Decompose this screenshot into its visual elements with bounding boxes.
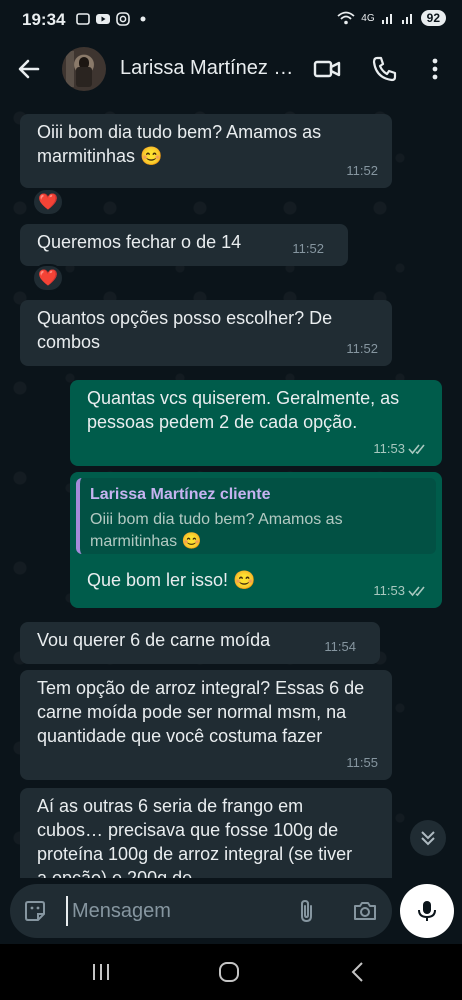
- message-reaction[interactable]: ❤️: [32, 188, 64, 216]
- reaction-heart-icon: ❤️: [38, 270, 58, 287]
- compose-bar: [0, 878, 462, 944]
- network-type: 4G: [361, 12, 375, 24]
- status-system-icons: 4G 92: [337, 10, 446, 26]
- double-chevron-down-icon: [421, 831, 435, 846]
- message-input[interactable]: [66, 896, 286, 926]
- status-bar: 19:34 4G 92: [0, 0, 462, 40]
- back-icon[interactable]: [346, 960, 372, 984]
- screenshot-icon: [76, 13, 90, 25]
- instagram-icon: [116, 12, 130, 26]
- status-time: 19:34: [22, 10, 66, 29]
- message-incoming[interactable]: Tem opção de arroz integral? Essas 6 de …: [20, 670, 392, 780]
- status-notification-icons: [76, 12, 150, 26]
- message-time: 11:52: [292, 241, 324, 256]
- quoted-message[interactable]: Larissa Martínez cliente Oiii bom dia tu…: [76, 478, 436, 554]
- message-time: 11:53: [373, 583, 405, 598]
- chat-header: Larissa Martínez cliente: [0, 40, 462, 98]
- message-time: 11:52: [346, 163, 378, 178]
- message-text: Quantas vcs quiserem. Geralmente, as pes…: [87, 388, 405, 432]
- signal-icon: [381, 14, 392, 24]
- back-arrow-icon[interactable]: [14, 54, 44, 84]
- video-call-icon[interactable]: [312, 54, 342, 84]
- wifi-icon: [337, 11, 355, 25]
- youtube-icon: [96, 14, 110, 24]
- message-time: 11:55: [346, 755, 378, 770]
- camera-icon[interactable]: [352, 898, 378, 924]
- double-check-icon: [408, 444, 425, 455]
- mic-icon: [418, 901, 436, 921]
- double-check-icon: [408, 586, 425, 597]
- message-incoming[interactable]: Vou querer 6 de carne moída 11:54: [20, 622, 380, 664]
- message-time: 11:53: [373, 441, 405, 456]
- message-time-status: 11:53: [373, 579, 428, 603]
- dot-icon: [140, 16, 146, 22]
- message-time: 11:52: [346, 341, 378, 356]
- message-text: Quantos opções posso escolher? De combos: [37, 308, 338, 352]
- system-nav-bar: [0, 944, 462, 1000]
- contact-avatar[interactable]: [62, 47, 106, 91]
- message-incoming[interactable]: Aí as outras 6 seria de frango em cubos……: [20, 788, 392, 878]
- quote-author: Larissa Martínez cliente: [90, 486, 271, 503]
- message-text: Tem opção de arroz integral? Essas 6 de …: [37, 678, 370, 746]
- quote-text: Oiii bom dia tudo bem? Amamos as marmiti…: [90, 511, 348, 550]
- message-incoming[interactable]: Quantos opções posso escolher? De combos…: [20, 300, 392, 366]
- message-reaction[interactable]: ❤️: [32, 264, 64, 292]
- reaction-heart-icon: ❤️: [38, 194, 58, 211]
- message-incoming[interactable]: Oiii bom dia tudo bem? Amamos as marmiti…: [20, 114, 392, 188]
- message-text: Que bom ler isso! 😊: [87, 570, 256, 590]
- message-outgoing-reply[interactable]: Larissa Martínez cliente Oiii bom dia tu…: [70, 472, 442, 608]
- message-text: Oiii bom dia tudo bem? Amamos as marmiti…: [37, 122, 327, 166]
- mic-button[interactable]: [400, 884, 454, 938]
- scroll-to-bottom-button[interactable]: [410, 820, 446, 856]
- sticker-icon[interactable]: [22, 898, 48, 924]
- message-time: 11:54: [324, 639, 356, 654]
- message-incoming[interactable]: Queremos fechar o de 14 11:52: [20, 224, 348, 266]
- message-time-status: 11:53: [373, 437, 428, 461]
- message-outgoing[interactable]: Quantas vcs quiserem. Geralmente, as pes…: [70, 380, 442, 466]
- more-vert-icon[interactable]: [420, 54, 450, 84]
- home-icon[interactable]: [216, 960, 242, 984]
- contact-name[interactable]: Larissa Martínez cliente: [120, 57, 300, 80]
- message-input-container: [10, 884, 392, 938]
- message-text: Aí as outras 6 seria de frango em cubos……: [37, 796, 358, 878]
- attach-icon[interactable]: [294, 898, 320, 924]
- avatar-image: [66, 51, 92, 87]
- message-text: Vou querer 6 de carne moída: [37, 630, 271, 650]
- recents-icon[interactable]: [88, 960, 114, 984]
- battery-level: 92: [420, 10, 446, 26]
- phone-icon[interactable]: [370, 54, 400, 84]
- chat-area[interactable]: Oiii bom dia tudo bem? Amamos as marmiti…: [0, 98, 462, 878]
- signal-icon-2: [401, 14, 412, 24]
